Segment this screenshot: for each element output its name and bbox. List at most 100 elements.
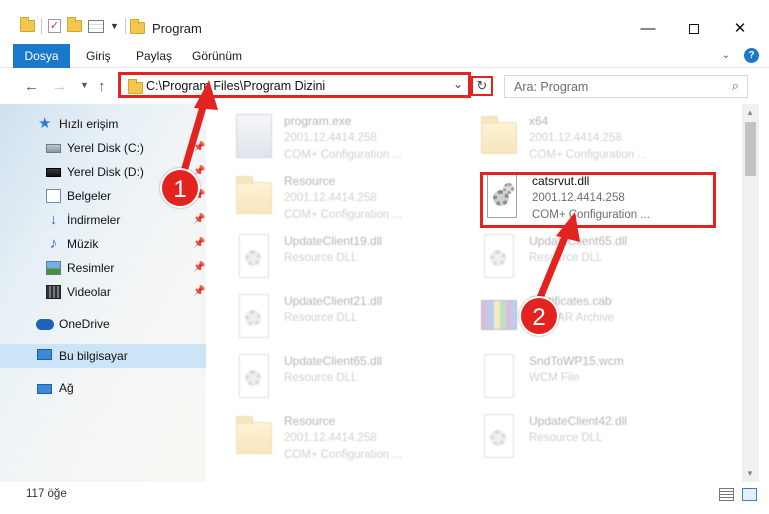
network-icon <box>37 384 52 394</box>
up-arrow-icon[interactable]: ↑ <box>98 78 106 95</box>
expand-ribbon-icon[interactable]: ⌄ <box>722 50 730 61</box>
recent-locations-dropdown-icon[interactable]: ▼ <box>80 80 89 90</box>
dll-icon <box>239 234 269 278</box>
file-item[interactable]: UpdateClient65.dll Resource DLL <box>236 350 466 408</box>
title-bar: ✓ ▼ Program — ✕ <box>0 0 769 44</box>
file-name: UpdateClient19.dll <box>284 234 383 248</box>
refresh-button[interactable]: ↻ <box>471 76 493 96</box>
pictures-icon <box>46 261 61 275</box>
sidebar-item-label: Videolar <box>67 285 111 299</box>
file-description: COM+ Configuration ... <box>284 449 402 461</box>
back-arrow-icon[interactable]: ← <box>24 78 39 95</box>
sidebar-item-label: Yerel Disk (C:) <box>67 141 144 155</box>
scroll-thumb[interactable] <box>745 122 756 176</box>
details-view-icon[interactable] <box>719 488 734 501</box>
sidebar-item-local-disk-c[interactable]: Yerel Disk (C:) 📌 <box>0 136 206 160</box>
file-description: Resource DLL <box>284 372 358 384</box>
tab-home[interactable]: Giriş <box>74 44 123 68</box>
file-description: Resource DLL <box>529 432 603 444</box>
address-path[interactable]: C:\Program Files\Program Dizini <box>146 79 325 93</box>
videos-icon <box>46 285 61 299</box>
navigation-bar: ← → ▼ ↑ C:\Program Files\Program Dizini … <box>0 68 769 104</box>
sidebar-item-label: Belgeler <box>67 189 112 203</box>
file-item[interactable]: UpdateClient21.dll Resource DLL <box>236 290 466 348</box>
properties-check-icon[interactable]: ✓ <box>48 19 61 33</box>
sidebar-item-videos[interactable]: Videolar 📌 <box>0 280 206 304</box>
toolbar-divider <box>124 18 126 34</box>
pin-icon[interactable]: 📌 <box>193 256 205 280</box>
customize-toolbar-dropdown-icon[interactable]: ▼ <box>110 21 119 31</box>
file-description: WCM File <box>529 372 580 384</box>
folder-icon <box>236 416 272 454</box>
file-highlight-box <box>480 172 716 228</box>
tab-file[interactable]: Dosya <box>13 44 70 68</box>
folder-item[interactable]: Resource 2001.12.4414.258 COM+ Configura… <box>236 170 466 228</box>
item-count: 117 öğe <box>26 488 67 500</box>
sidebar-item-downloads[interactable]: ↓ İndirmeler 📌 <box>0 208 206 232</box>
file-item[interactable]: UpdateClient42.dll Resource DLL <box>481 410 711 468</box>
maximize-button[interactable] <box>671 16 717 42</box>
sidebar-item-label: Müzik <box>67 237 99 251</box>
minimize-button[interactable]: — <box>625 16 671 42</box>
folder-item[interactable]: x64 2001.12.4414.258 COM+ Configuration … <box>481 110 711 168</box>
file-item[interactable]: SndToWP15.wcm WCM File <box>481 350 711 408</box>
gear-icon <box>490 430 506 446</box>
navigation-pane: ★ Hızlı erişim Yerel Disk (C:) 📌 Yerel D… <box>0 104 206 482</box>
address-bar[interactable]: C:\Program Files\Program Dizini ⌄ <box>118 72 471 98</box>
search-icon[interactable]: ⌕ <box>732 78 739 94</box>
help-icon[interactable]: ? <box>744 48 759 63</box>
folder-icon <box>481 116 517 154</box>
pin-icon[interactable]: 📌 <box>193 136 205 160</box>
gear-icon <box>490 250 506 266</box>
file-name: SndToWP15.wcm <box>529 354 624 368</box>
dll-icon <box>239 294 269 338</box>
download-icon: ↓ <box>49 211 58 228</box>
computer-icon <box>37 349 52 360</box>
file-version: 2001.12.4414.258 <box>284 192 377 204</box>
tiles-view-icon[interactable] <box>742 488 757 501</box>
tab-view[interactable]: Görünüm <box>180 44 254 68</box>
gear-icon <box>245 250 261 266</box>
sidebar-item-pictures[interactable]: Resimler 📌 <box>0 256 206 280</box>
sidebar-item-network[interactable]: Ağ <box>0 376 206 400</box>
search-input[interactable]: Ara: Program ⌕ <box>504 75 748 98</box>
sidebar-item-label: Hızlı erişim <box>59 117 119 131</box>
properties-icon[interactable] <box>88 19 104 33</box>
file-item[interactable]: program.exe 2001.12.4414.258 COM+ Config… <box>236 110 466 168</box>
ribbon-tabs: Dosya Giriş Paylaş Görünüm ⌄ ? <box>0 44 769 68</box>
sidebar-item-label: İndirmeler <box>67 213 121 227</box>
new-folder-icon[interactable] <box>67 17 82 32</box>
file-name: UpdateClient42.dll <box>529 414 628 428</box>
file-name: program.exe <box>284 114 352 128</box>
forward-arrow-icon[interactable]: → <box>52 78 67 95</box>
scroll-down-icon[interactable]: ▼ <box>746 469 754 478</box>
folder-icon[interactable] <box>20 17 35 32</box>
sidebar-item-onedrive[interactable]: OneDrive <box>0 312 206 336</box>
sidebar-item-label: Ağ <box>59 381 74 395</box>
drive-icon <box>46 144 61 153</box>
documents-icon <box>46 189 61 203</box>
file-name: Resource <box>284 174 336 188</box>
close-button[interactable]: ✕ <box>717 16 763 42</box>
vertical-scrollbar[interactable]: ▲ ▼ <box>742 104 759 482</box>
gear-icon <box>245 310 261 326</box>
file-item[interactable]: UpdateClient65.dll Resource DLL <box>481 230 711 288</box>
file-description: COM+ Configuration ... <box>284 149 402 161</box>
sidebar-item-quick-access[interactable]: ★ Hızlı erişim <box>0 112 206 136</box>
pin-icon[interactable]: 📌 <box>193 232 205 256</box>
file-item[interactable]: UpdateClient19.dll Resource DLL <box>236 230 466 288</box>
sidebar-item-music[interactable]: ♪ Müzik 📌 <box>0 232 206 256</box>
file-icon <box>484 354 514 398</box>
file-item[interactable]: Certificates.cab WinRAR Archive <box>481 290 711 348</box>
music-icon: ♪ <box>49 235 58 252</box>
pin-icon[interactable]: 📌 <box>193 208 205 232</box>
star-icon: ★ <box>38 115 52 132</box>
tab-share[interactable]: Paylaş <box>124 44 184 68</box>
folder-item[interactable]: Resource 2001.12.4414.258 COM+ Configura… <box>236 410 466 468</box>
sidebar-item-this-pc[interactable]: Bu bilgisayar <box>0 344 206 368</box>
dll-icon <box>484 234 514 278</box>
file-name: UpdateClient21.dll <box>284 294 383 308</box>
scroll-up-icon[interactable]: ▲ <box>746 108 754 117</box>
pin-icon[interactable]: 📌 <box>193 280 205 304</box>
address-dropdown-icon[interactable]: ⌄ <box>453 77 463 91</box>
